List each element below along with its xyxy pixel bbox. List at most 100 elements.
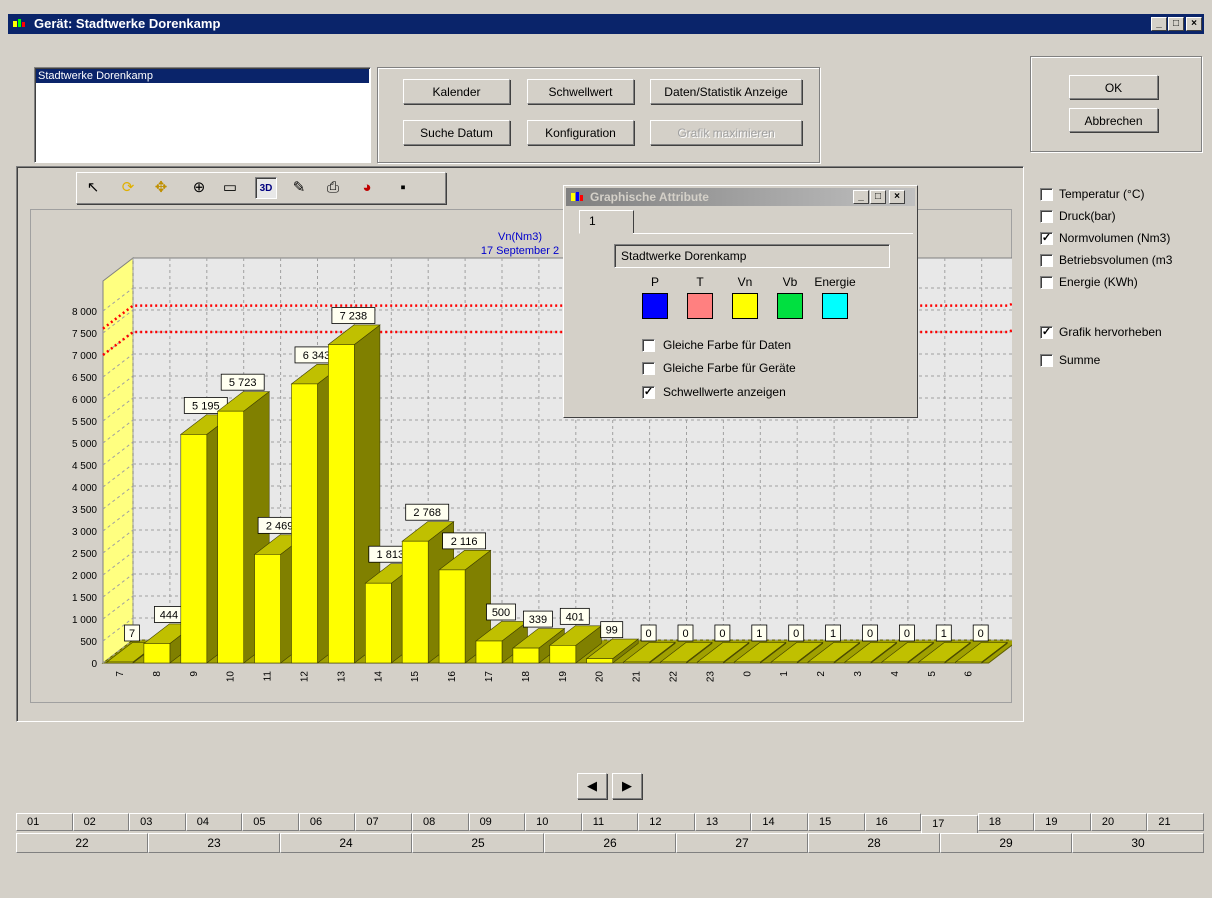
day-tab[interactable]: 06 [298, 813, 356, 831]
y-tick-label: 4 500 [72, 461, 97, 472]
edit-chart-icon[interactable]: ✎ [288, 177, 310, 199]
x-tick-label: 2 [816, 671, 827, 677]
day-tab-selected[interactable]: 17 [921, 815, 978, 835]
schwellwerte-anzeigen-checkbox[interactable]: ✓ [642, 386, 655, 399]
day-tab[interactable]: 25 [412, 833, 544, 853]
grafik-maximieren-button[interactable]: Grafik maximieren [650, 120, 802, 145]
normvolumen-checkbox[interactable]: ✓ [1040, 232, 1053, 245]
daten-statistik-button[interactable]: Daten/Statistik Anzeige [650, 79, 802, 104]
suche-datum-button[interactable]: Suche Datum [403, 120, 510, 145]
gleiche-farbe-daten-checkbox[interactable] [642, 339, 655, 352]
grafik-hervorheben-checkbox[interactable]: ✓ [1040, 326, 1053, 339]
day-tab[interactable]: 18 [977, 813, 1035, 831]
day-tab[interactable]: 14 [751, 813, 808, 831]
day-tab[interactable]: 23 [148, 833, 280, 853]
pointer-arrow-icon[interactable]: ↖ [82, 177, 104, 199]
close-button[interactable]: × [1186, 17, 1202, 31]
tab-separator [633, 233, 913, 234]
day-tab[interactable]: 10 [525, 813, 582, 831]
save-icon[interactable]: ▪ [392, 177, 414, 199]
x-tick-label: 21 [632, 671, 643, 683]
day-tab[interactable]: 01 [16, 813, 73, 831]
bar-front [844, 661, 872, 664]
day-tab[interactable]: 03 [129, 813, 186, 831]
dialog-tab-1[interactable]: 1 [579, 210, 634, 234]
move-icon[interactable]: ✥ [150, 177, 172, 199]
dialog-device-field[interactable]: Stadtwerke Dorenkamp [614, 244, 890, 268]
bar-front [475, 640, 503, 664]
bar-front [881, 661, 909, 664]
day-tab[interactable]: 04 [185, 813, 243, 831]
next-button[interactable]: ▶ [612, 773, 642, 799]
betriebsvolumen-checkbox[interactable] [1040, 254, 1053, 267]
device-list-item[interactable]: Stadtwerke Dorenkamp [36, 69, 369, 83]
value-label: 339 [529, 614, 547, 626]
value-label: 1 [941, 628, 947, 640]
x-tick-label: 15 [410, 671, 421, 683]
day-tab[interactable]: 02 [72, 813, 130, 831]
y-tick-label: 6 000 [72, 395, 97, 406]
page-setup-icon[interactable]: ▭ [219, 177, 241, 199]
ok-button[interactable]: OK [1069, 75, 1158, 99]
day-tab[interactable]: 22 [16, 833, 148, 853]
color-swatch[interactable] [732, 293, 758, 319]
day-tab[interactable]: 16 [864, 813, 922, 831]
day-tab[interactable]: 26 [544, 833, 676, 853]
color-swatch[interactable] [642, 293, 668, 319]
day-tab[interactable]: 27 [676, 833, 808, 853]
gleiche-farbe-geraete-label: Gleiche Farbe für Geräte [663, 361, 796, 375]
kalender-button[interactable]: Kalender [403, 79, 510, 104]
x-tick-label: 8 [152, 671, 163, 677]
energie-label: Energie (KWh) [1059, 275, 1138, 289]
dialog-maximize-button[interactable]: □ [870, 190, 886, 204]
rotate-icon[interactable]: ⟳ [117, 177, 139, 199]
palette-icon[interactable]: ◕ [356, 177, 378, 199]
druck-label: Druck(bar) [1059, 209, 1116, 223]
energie-checkbox[interactable] [1040, 276, 1053, 289]
day-tab[interactable]: 13 [694, 813, 752, 831]
day-tab[interactable]: 11 [581, 813, 639, 831]
dialog-close-button[interactable]: × [889, 190, 905, 204]
day-tab[interactable]: 07 [355, 813, 412, 831]
bar-front [660, 661, 687, 664]
day-tab[interactable]: 09 [468, 813, 526, 831]
dialog-minimize-button[interactable]: _ [853, 190, 869, 204]
zoom-icon[interactable]: ⊕ [188, 177, 210, 199]
druck-checkbox[interactable] [1040, 210, 1053, 223]
color-label: T [696, 275, 704, 289]
day-tab[interactable]: 19 [1034, 813, 1091, 831]
y-tick-label: 8 000 [72, 307, 97, 318]
bar-front [106, 661, 134, 664]
maximize-button[interactable]: □ [1168, 17, 1184, 31]
day-tab[interactable]: 29 [940, 833, 1072, 853]
minimize-button[interactable]: _ [1151, 17, 1167, 31]
day-tab[interactable]: 20 [1090, 813, 1148, 831]
day-tab[interactable]: 05 [242, 813, 299, 831]
value-label: 0 [646, 628, 652, 640]
gleiche-farbe-geraete-checkbox[interactable] [642, 362, 655, 375]
day-tab[interactable]: 15 [808, 813, 865, 831]
day-tab[interactable]: 08 [412, 813, 469, 831]
color-swatch[interactable] [777, 293, 803, 319]
x-tick-label: 1 [779, 671, 790, 677]
day-tab[interactable]: 24 [280, 833, 412, 853]
x-tick-label: 9 [189, 671, 200, 677]
prev-button[interactable]: ◀ [577, 773, 607, 799]
konfiguration-button[interactable]: Konfiguration [527, 120, 634, 145]
day-tab[interactable]: 30 [1072, 833, 1204, 853]
schwellwert-button[interactable]: Schwellwert [527, 79, 634, 104]
color-swatch[interactable] [687, 293, 713, 319]
color-swatch[interactable] [822, 293, 848, 319]
y-tick-label: 5 000 [72, 439, 97, 450]
day-tab[interactable]: 21 [1147, 813, 1204, 831]
day-tab[interactable]: 12 [638, 813, 695, 831]
betriebsvolumen-label: Betriebsvolumen (m3 [1059, 253, 1173, 267]
abbrechen-button[interactable]: Abbrechen [1069, 108, 1158, 132]
temperatur-checkbox[interactable] [1040, 188, 1053, 201]
summe-checkbox[interactable] [1040, 354, 1053, 367]
bar-front [770, 661, 798, 664]
3d-toggle-icon[interactable]: 3D [255, 177, 277, 199]
print-icon[interactable]: ⎙ [322, 177, 344, 199]
normvolumen-label: Normvolumen (Nm3) [1059, 231, 1171, 245]
day-tab[interactable]: 28 [808, 833, 940, 853]
